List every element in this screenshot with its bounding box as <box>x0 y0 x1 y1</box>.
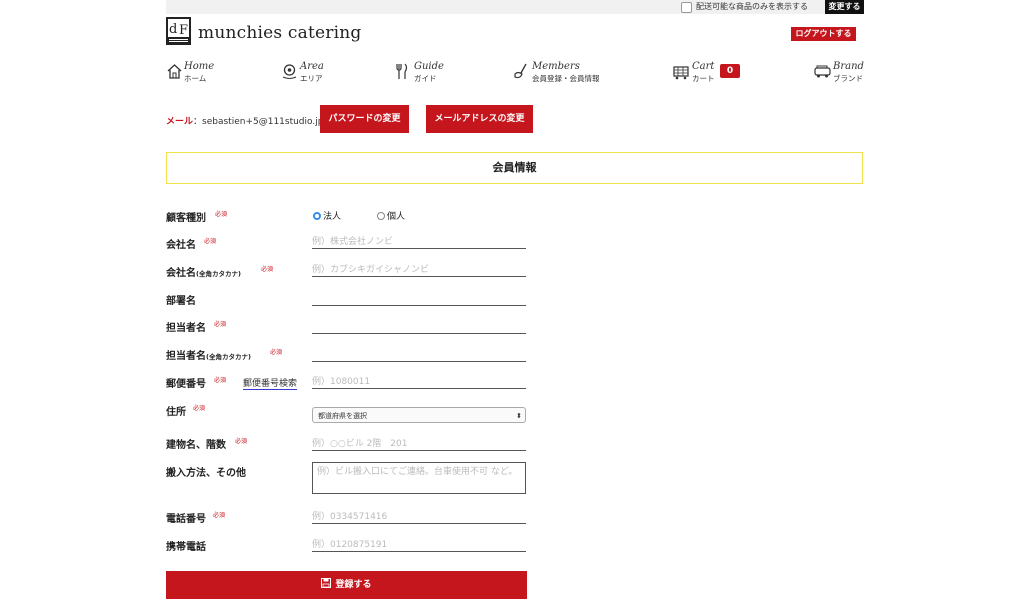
account-email: メール：sebastien+5@111studio.jp <box>166 114 323 127</box>
company-kana-label: 会社名(全角カタカナ) <box>166 264 241 279</box>
nav-members-en: Members <box>532 61 580 72</box>
contact-kana-note: (全角カタカナ) <box>206 353 251 361</box>
cart-icon <box>673 66 689 80</box>
delivery-method-label: 搬入方法、その他 <box>166 468 246 479</box>
delivery-filter-checkbox[interactable] <box>681 2 692 13</box>
nav-guide-jp: ガイド <box>414 74 437 83</box>
utensils-icon <box>396 63 408 79</box>
nav-area-jp: エリア <box>300 74 323 83</box>
department-input[interactable] <box>312 291 526 306</box>
delivery-method-textarea[interactable]: 例）ビル搬入口にてご連絡。台車使用不可 など。 <box>312 462 526 494</box>
postal-code-input[interactable]: 例）1080011 <box>312 374 526 389</box>
contact-kana-label-text: 担当者名 <box>166 351 206 362</box>
contact-kana-label: 担当者名(全角カタカナ) <box>166 347 251 362</box>
delivery-filter-label: 配送可能な商品のみを表示する <box>696 2 808 11</box>
submit-button-label: 登録する <box>335 580 372 590</box>
logo-icon[interactable]: d F <box>166 17 191 45</box>
required-mark: 必須 <box>204 238 217 245</box>
mobile-input[interactable]: 例）0120875191 <box>312 537 526 552</box>
mobile-label: 携帯電話 <box>166 542 206 553</box>
top-utility-bar: 配送可能な商品のみを表示する 変更する <box>166 0 864 14</box>
company-kana-label-text: 会社名 <box>166 268 196 279</box>
required-mark: 必須 <box>214 377 227 384</box>
prefecture-select[interactable]: 都道府県を選択 ⬍ <box>312 407 526 423</box>
company-kana-note: (全角カタカナ) <box>196 270 241 278</box>
map-pin-icon <box>282 64 297 79</box>
nav-brand-en: Brand <box>833 61 864 72</box>
nav-brand-jp: ブランド <box>833 74 863 83</box>
prefecture-select-value: 都道府県を選択 <box>318 412 367 420</box>
email-value: sebastien+5@111studio.jp <box>202 117 324 127</box>
required-mark: 必須 <box>215 211 228 218</box>
required-mark: 必須 <box>270 349 283 356</box>
email-key: メール <box>166 117 194 127</box>
radio-individual-dot[interactable] <box>377 212 385 220</box>
phone-input[interactable]: 例）0334571416 <box>312 509 526 524</box>
truck-icon <box>814 65 831 78</box>
required-mark: 必須 <box>235 438 248 445</box>
submit-button[interactable]: 登録する <box>166 571 527 599</box>
change-button[interactable]: 変更する <box>825 0 864 14</box>
nav-cart-jp: カート <box>692 74 715 83</box>
company-name-input[interactable]: 例）株式会社ノンビ <box>312 234 526 249</box>
phone-label: 電話番号 <box>166 514 206 525</box>
company-kana-input[interactable]: 例）カブシキガイシャノンビ <box>312 262 526 277</box>
section-title: 会員情報 <box>166 152 863 184</box>
building-input[interactable]: 例）○○ビル 2階 201 <box>312 436 526 451</box>
radio-corporate-dot[interactable] <box>313 212 321 220</box>
customer-type-label: 顧客種別 <box>166 213 206 224</box>
contact-name-input[interactable] <box>312 319 526 334</box>
svg-text:F: F <box>179 23 188 38</box>
department-label: 部署名 <box>166 296 196 307</box>
radio-individual[interactable]: 個人 <box>377 209 405 222</box>
nav-home-en: Home <box>184 61 215 72</box>
radio-corporate-label: 法人 <box>323 212 342 222</box>
required-mark: 必須 <box>193 405 206 412</box>
svg-text:d: d <box>169 22 177 37</box>
nav-home-jp: ホーム <box>184 74 207 83</box>
building-label: 建物名、階数 <box>166 440 226 451</box>
contact-name-label: 担当者名 <box>166 323 206 334</box>
company-name-label: 会社名 <box>166 240 196 251</box>
nav-members-jp: 会員登録・会員情報 <box>532 74 600 83</box>
change-password-button[interactable]: パスワードの変更 <box>320 105 409 133</box>
radio-individual-label: 個人 <box>387 212 406 222</box>
required-mark: 必須 <box>213 512 226 519</box>
radio-corporate[interactable]: 法人 <box>313 209 341 222</box>
nav-guide-en: Guide <box>414 61 444 72</box>
required-mark: 必須 <box>261 266 274 273</box>
logout-button[interactable]: ログアウトする <box>791 27 856 41</box>
ladle-icon <box>514 63 527 79</box>
change-email-button[interactable]: メールアドレスの変更 <box>426 105 533 133</box>
save-icon <box>321 578 332 588</box>
nav-cart-en: Cart <box>692 61 715 72</box>
postal-search-link[interactable]: 郵便番号検索 <box>243 376 298 390</box>
cart-count-badge[interactable]: 0 <box>720 64 740 78</box>
contact-kana-input[interactable] <box>312 347 526 362</box>
home-icon <box>167 64 182 79</box>
email-separator: ： <box>193 117 203 127</box>
required-mark: 必須 <box>214 321 227 328</box>
chevron-updown-icon: ⬍ <box>516 412 522 420</box>
nav-area-en: Area <box>300 61 324 72</box>
address-label: 住所 <box>166 407 186 418</box>
postal-code-label: 郵便番号 <box>166 379 206 390</box>
brand-name[interactable]: munchies catering <box>198 23 361 43</box>
